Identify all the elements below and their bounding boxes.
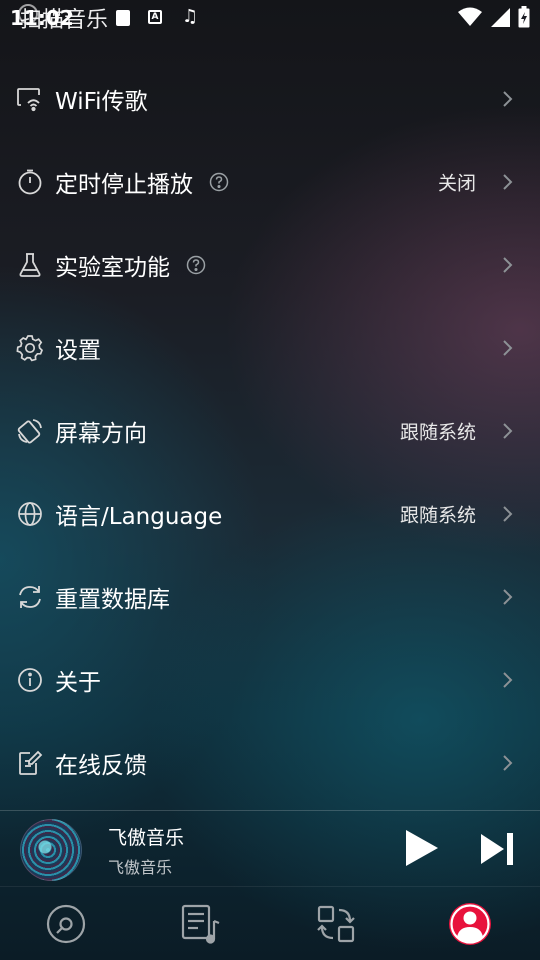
status-bar: 扫描音乐 11:02 A ♫ <box>0 0 540 36</box>
menu-item-label: 屏幕方向 <box>55 420 147 447</box>
nav-tab-player[interactable] <box>43 901 89 947</box>
disc-icon <box>46 904 86 944</box>
globe-icon <box>16 500 44 528</box>
album-art[interactable] <box>20 819 82 881</box>
menu-item-label: 实验室功能 <box>55 254 170 281</box>
bottom-navigation <box>0 886 540 960</box>
menu-item-settings[interactable]: 设置 <box>0 306 540 389</box>
menu-item-language[interactable]: 语言/Language 跟随系统 <box>0 472 540 555</box>
play-button[interactable] <box>400 827 442 869</box>
player-song-title: 飞傲音乐 <box>108 827 185 849</box>
notification-a-icon: A <box>148 10 162 24</box>
play-icon <box>406 830 438 866</box>
flask-icon <box>16 251 44 279</box>
switch-icon <box>317 905 355 943</box>
chevron-right-icon <box>502 173 514 191</box>
menu-item-label: 关于 <box>55 669 101 696</box>
menu-item-screen-orientation[interactable]: 屏幕方向 跟随系统 <box>0 389 540 472</box>
rotate-screen-icon <box>16 417 44 445</box>
menu-item-online-feedback[interactable]: 在线反馈 <box>0 721 540 804</box>
menu-item-about[interactable]: 关于 <box>0 638 540 721</box>
chevron-right-icon <box>502 90 514 108</box>
skip-next-icon <box>481 833 513 865</box>
menu-item-reset-database[interactable]: 重置数据库 <box>0 555 540 638</box>
refresh-icon <box>16 583 44 611</box>
menu-item-lab-features[interactable]: 实验室功能 <box>0 223 540 306</box>
nav-tab-switch[interactable] <box>313 901 359 947</box>
menu-item-sleep-timer[interactable]: 定时停止播放 关闭 <box>0 140 540 223</box>
next-track-button[interactable] <box>478 831 516 867</box>
mini-player[interactable]: 飞傲音乐 飞傲音乐 <box>0 810 540 886</box>
menu-item-label: WiFi传歌 <box>55 88 148 115</box>
status-time: 11:02 <box>10 6 74 30</box>
chevron-right-icon <box>502 588 514 606</box>
feedback-edit-icon <box>16 749 44 777</box>
wifi-icon <box>458 7 482 26</box>
menu-item-label: 定时停止播放 <box>55 171 193 198</box>
menu-item-label: 设置 <box>55 337 101 364</box>
screen-orientation-value: 跟随系统 <box>399 421 476 443</box>
player-artist: 飞傲音乐 <box>108 858 173 877</box>
chevron-right-icon <box>502 422 514 440</box>
info-icon <box>16 666 44 694</box>
notification-icon <box>116 10 130 26</box>
help-icon[interactable] <box>186 255 206 275</box>
chevron-right-icon <box>502 505 514 523</box>
help-icon[interactable] <box>209 172 229 192</box>
chevron-right-icon <box>502 256 514 274</box>
chevron-right-icon <box>502 671 514 689</box>
gear-icon <box>16 334 44 362</box>
chevron-right-icon <box>502 754 514 772</box>
nav-tab-profile[interactable] <box>447 901 493 947</box>
menu-item-label: 重置数据库 <box>55 586 170 613</box>
music-note-icon: ♫ <box>182 6 199 27</box>
cell-signal-icon <box>491 8 510 27</box>
battery-icon <box>518 6 530 28</box>
wifi-transfer-icon <box>16 85 44 113</box>
chevron-right-icon <box>502 339 514 357</box>
menu-item-wifi-transfer[interactable]: WiFi传歌 <box>0 57 540 140</box>
menu-item-label: 在线反馈 <box>55 752 147 779</box>
playlist-icon <box>181 904 220 944</box>
settings-menu: WiFi传歌 定时停止播放 关闭 实验室功能 设置 屏幕方向 跟随系统 语言/L… <box>0 57 540 804</box>
language-value: 跟随系统 <box>399 504 476 526</box>
timer-icon <box>16 168 44 196</box>
menu-item-label: 语言/Language <box>55 503 223 530</box>
profile-icon <box>449 903 491 945</box>
sleep-timer-value: 关闭 <box>437 172 476 194</box>
nav-tab-playlist[interactable] <box>178 901 224 947</box>
